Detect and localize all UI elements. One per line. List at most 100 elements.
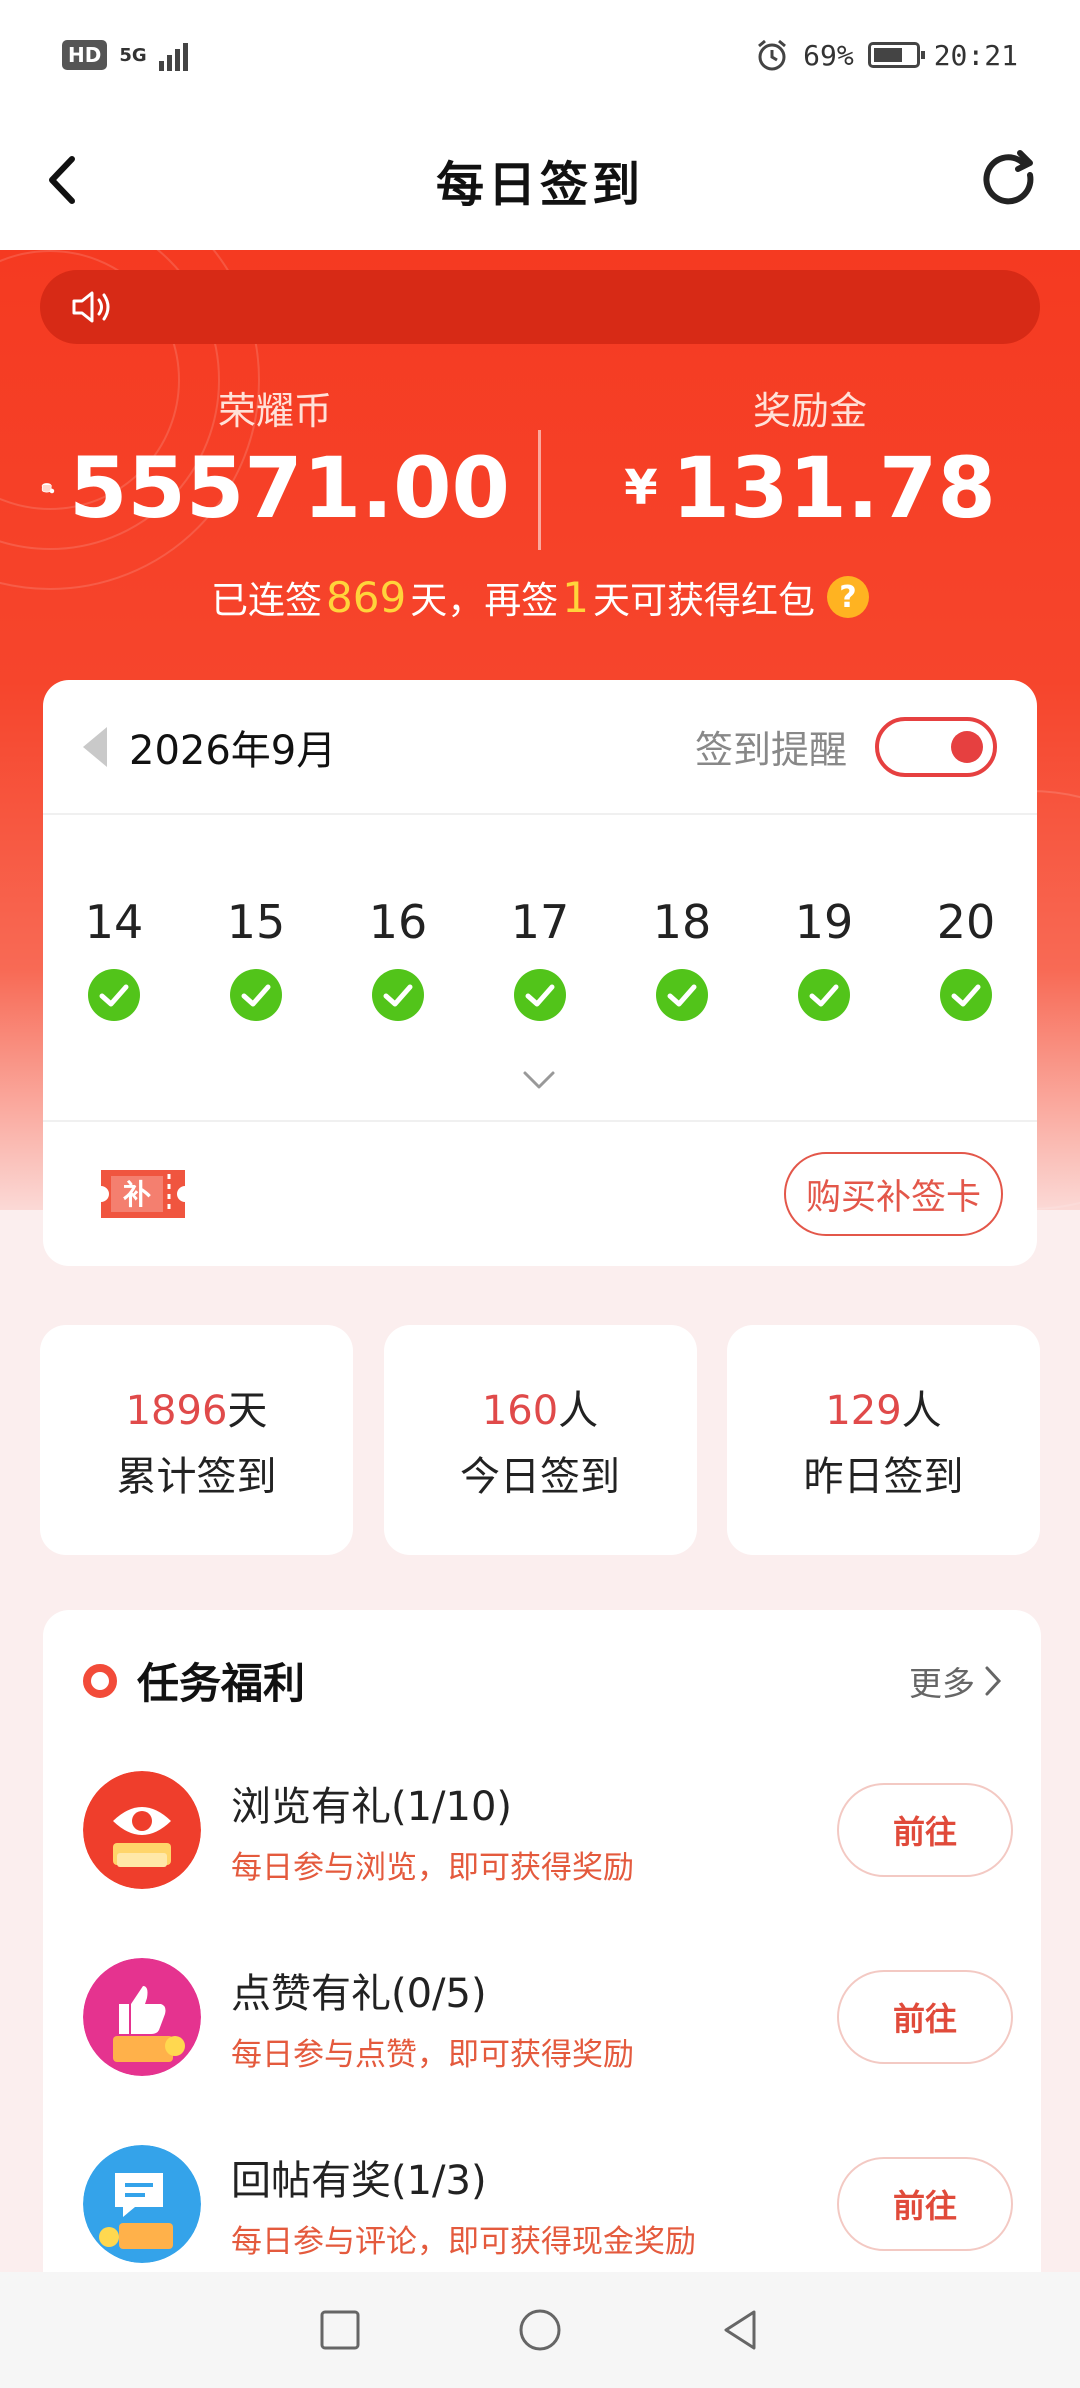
task-title: 回帖有奖(1/3) (231, 2157, 487, 2204)
streak-suffix: 天可获得红包 (592, 579, 815, 622)
day-cell[interactable]: 15 (185, 895, 327, 1021)
stat-total: 1896天 累计签到 (40, 1325, 353, 1555)
stat-number: 1896 (125, 1388, 228, 1434)
reward-value-row: ¥ 131.78 (580, 439, 1040, 537)
check-icon (88, 969, 140, 1021)
tasks-header: 任务福利 更多 (83, 1650, 1003, 1711)
day-number: 18 (652, 895, 712, 949)
streak-middle: 天，再签 (410, 579, 559, 622)
calendar-card: 2026年9月 签到提醒 14 15 16 17 18 19 20 补 购买补签… (43, 680, 1037, 1266)
stat-today: 160人 今日签到 (383, 1325, 697, 1555)
reward-label: 奖励金 (752, 389, 867, 433)
balance-divider (538, 430, 541, 550)
task-item: 浏览有礼(1/10) 每日参与浏览，即可获得奖励 前往 (83, 1765, 1013, 1895)
task-desc: 每日参与浏览，即可获得奖励 (231, 1849, 634, 1886)
stat-number: 160 (481, 1388, 559, 1434)
check-icon (372, 969, 424, 1021)
go-button[interactable]: 前往 (837, 1970, 1013, 2064)
battery-percent: 69% (803, 38, 854, 72)
prev-month-icon[interactable] (83, 726, 107, 767)
stat-yesterday: 129人 昨日签到 (727, 1325, 1040, 1555)
day-number: 15 (226, 895, 286, 949)
tasks-card: 任务福利 更多 浏览有礼(1/10) 每日参与浏览，即可获得奖励 前往 点赞有礼… (43, 1610, 1041, 2310)
task-title: 点赞有礼(0/5) (231, 1970, 487, 2017)
coin-stack-icon (41, 483, 55, 494)
day-number: 20 (936, 895, 996, 949)
week-days: 14 15 16 17 18 19 20 (43, 895, 1037, 1021)
day-cell[interactable]: 20 (895, 895, 1037, 1021)
streak-info: 已连签 869 天，再签 1 天可获得红包 ? (0, 570, 1080, 624)
stat-unit: 人 (558, 1388, 599, 1434)
go-button[interactable]: 前往 (837, 2157, 1013, 2251)
status-bar: HD 5G 69% 20:21 (0, 0, 1080, 110)
help-icon[interactable]: ? (826, 576, 869, 618)
task-item: 回帖有奖(1/3) 每日参与评论，即可获得现金奖励 前往 (83, 2139, 1013, 2269)
announcement-bar[interactable] (40, 270, 1040, 344)
day-number: 19 (794, 895, 854, 949)
tasks-title: 任务福利 (137, 1659, 306, 1708)
task-text: 点赞有礼(0/5) 每日参与点赞，即可获得奖励 (231, 1961, 634, 2074)
go-button[interactable]: 前往 (837, 1783, 1013, 1877)
coins-label: 荣耀币 (217, 389, 332, 433)
makeup-card-row: 补 购买补签卡 (43, 1120, 1037, 1266)
day-cell[interactable]: 14 (43, 895, 185, 1021)
reward-value: 131.78 (671, 439, 996, 537)
day-number: 16 (368, 895, 428, 949)
refresh-icon[interactable] (974, 145, 1044, 215)
more-link[interactable]: 更多 (909, 1657, 1003, 1705)
home-icon[interactable] (514, 2304, 566, 2356)
day-number: 14 (84, 895, 144, 949)
buy-makeup-card-button[interactable]: 购买补签卡 (783, 1152, 1003, 1236)
network-label: 5G (119, 44, 147, 66)
stat-number: 129 (825, 1388, 902, 1434)
signal-icon (158, 39, 188, 71)
comment-reward-icon (83, 2145, 201, 2263)
more-label: 更多 (909, 1663, 975, 1703)
reward-block: 奖励金 ¥ 131.78 (580, 380, 1040, 537)
day-cell[interactable]: 16 (327, 895, 469, 1021)
back-icon[interactable] (714, 2304, 766, 2356)
day-number: 17 (510, 895, 570, 949)
speaker-icon (72, 291, 110, 323)
check-icon (798, 969, 850, 1021)
day-cell[interactable]: 17 (469, 895, 611, 1021)
task-item: 点赞有礼(0/5) 每日参与点赞，即可获得奖励 前往 (83, 1952, 1013, 2082)
makeup-card-label: 补 (123, 1178, 151, 1211)
stat-label: 今日签到 (460, 1454, 620, 1500)
streak-remaining: 1 (562, 572, 589, 622)
task-title: 浏览有礼(1/10) (231, 1783, 513, 1830)
reminder-toggle[interactable] (875, 716, 997, 777)
browse-reward-icon (83, 1771, 201, 1889)
day-cell[interactable]: 19 (753, 895, 895, 1021)
stat-label: 昨日签到 (803, 1454, 964, 1500)
status-left: HD 5G (62, 39, 188, 71)
task-text: 浏览有礼(1/10) 每日参与浏览，即可获得奖励 (231, 1774, 634, 1887)
currency-symbol: ¥ (624, 460, 658, 516)
check-icon (230, 969, 282, 1021)
system-nav-bar (0, 2272, 1080, 2388)
streak-days: 869 (326, 572, 407, 622)
status-right: 69% 20:21 (755, 38, 1018, 72)
alarm-icon (758, 39, 787, 71)
section-dot-icon (83, 1663, 117, 1698)
task-desc: 每日参与点赞，即可获得奖励 (231, 2036, 634, 2073)
hd-badge: HD (62, 40, 108, 70)
recent-apps-icon[interactable] (314, 2304, 366, 2356)
calendar-header: 2026年9月 签到提醒 (43, 680, 1037, 815)
streak-prefix: 已连签 (211, 579, 323, 622)
stat-total-value: 1896天 (126, 1378, 268, 1436)
check-icon (940, 969, 992, 1021)
back-arrow-icon[interactable] (30, 145, 100, 215)
task-text: 回帖有奖(1/3) 每日参与评论，即可获得现金奖励 (231, 2148, 696, 2261)
stats-row: 1896天 累计签到 160人 今日签到 129人 昨日签到 (40, 1325, 1040, 1555)
chevron-right-icon (985, 1666, 1002, 1695)
day-cell[interactable]: 18 (611, 895, 753, 1021)
like-reward-icon (83, 1958, 201, 2076)
calendar-month: 2026年9月 (129, 727, 337, 774)
page-title: 每日签到 (435, 157, 644, 213)
stat-today-value: 160人 (482, 1378, 598, 1436)
chevron-down-icon[interactable] (519, 1065, 559, 1095)
coins-value: 55571.00 (68, 439, 510, 537)
clock: 20:21 (933, 38, 1018, 72)
check-icon (656, 969, 708, 1021)
